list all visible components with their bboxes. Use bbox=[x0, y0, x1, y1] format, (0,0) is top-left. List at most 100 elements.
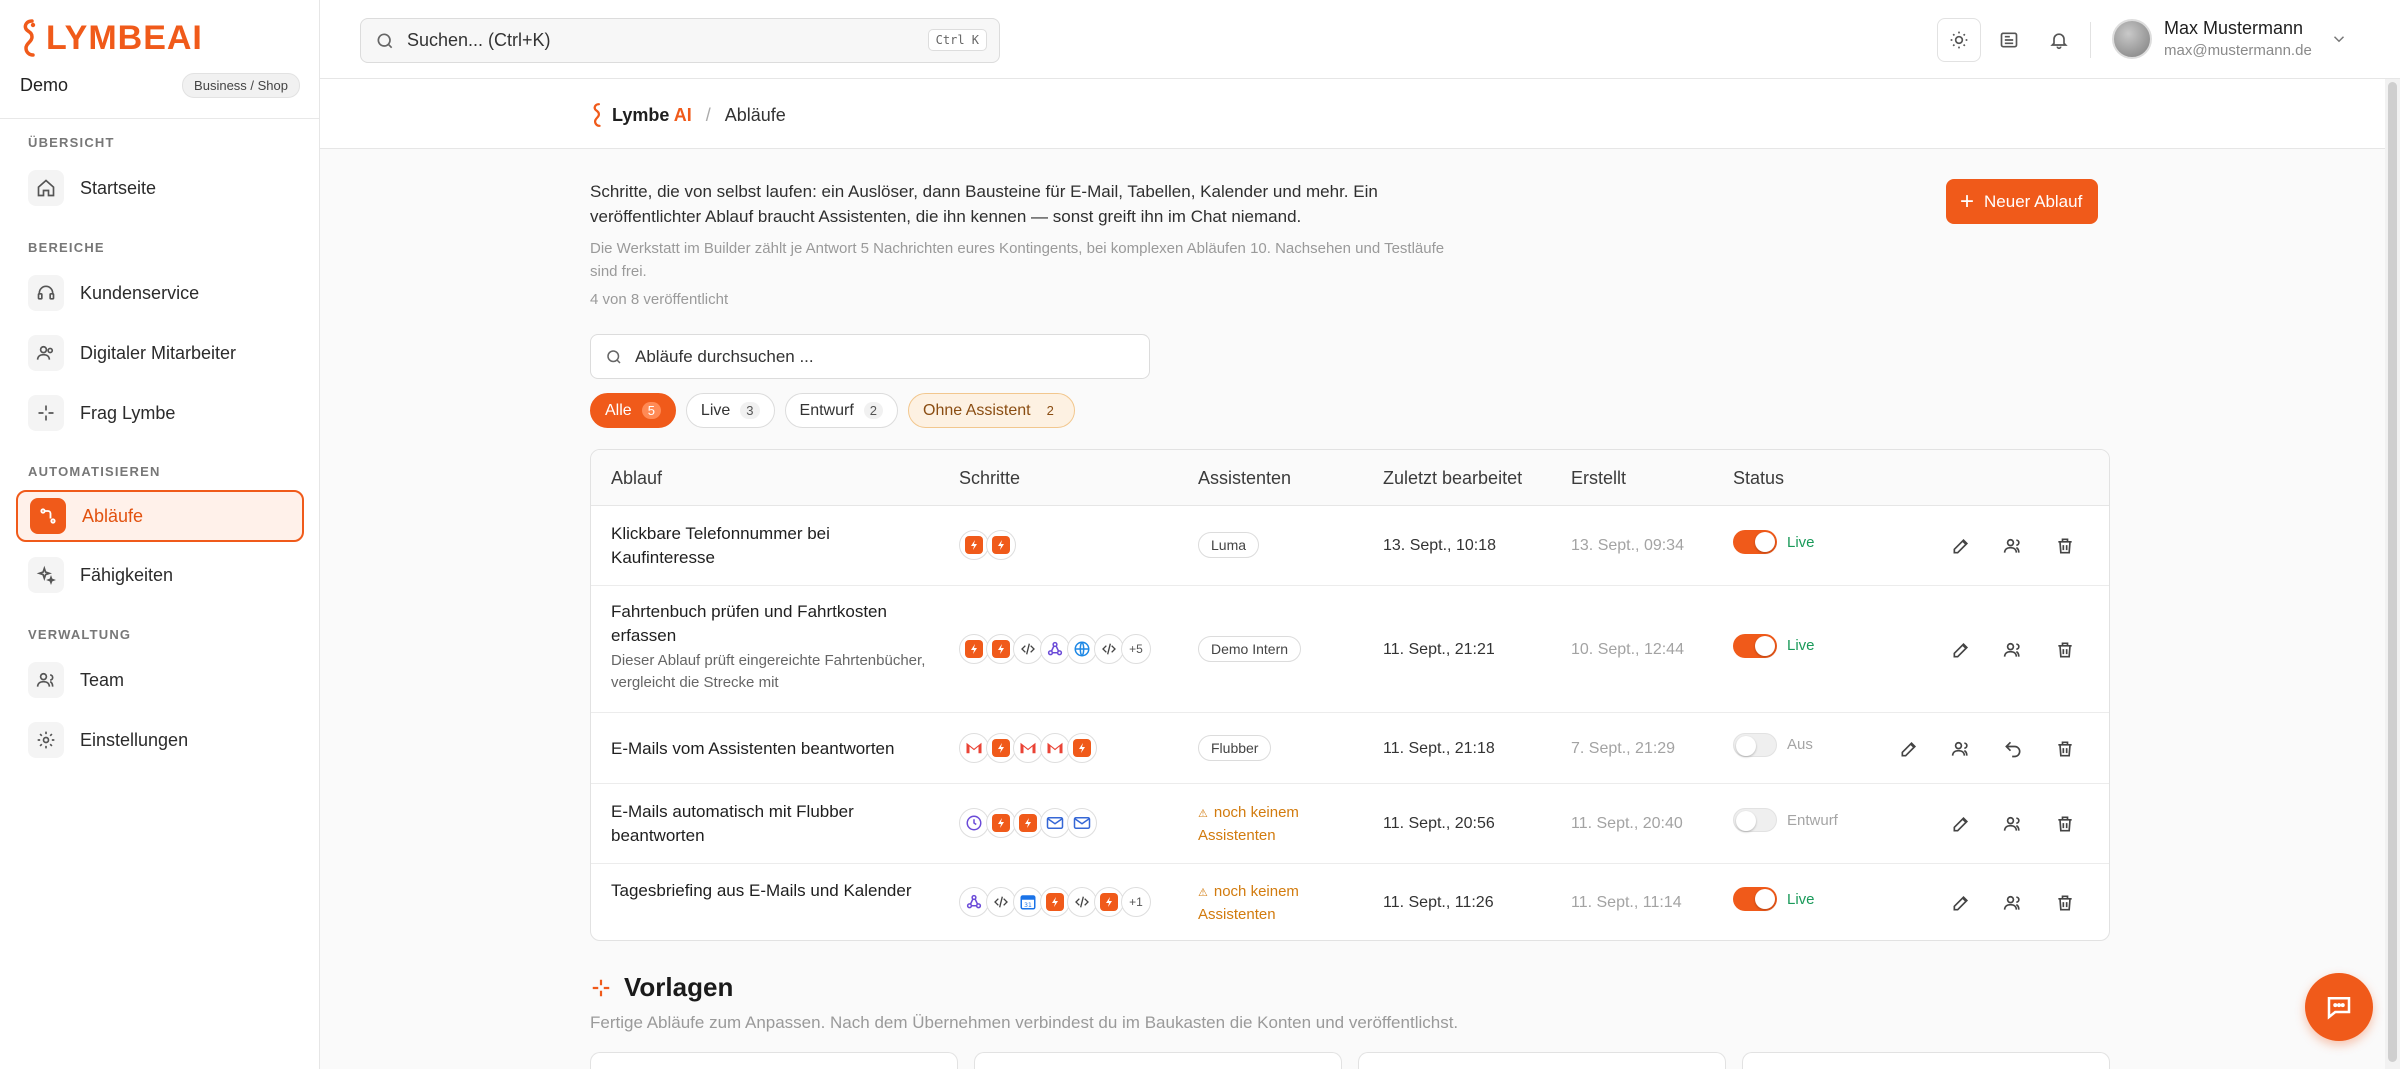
template-card[interactable] bbox=[590, 1052, 958, 1069]
sidebar-item-label: Digitaler Mitarbeiter bbox=[80, 342, 237, 363]
assign-users-icon[interactable] bbox=[1995, 528, 2031, 564]
user-menu[interactable]: Max Mustermann max@mustermann.de bbox=[2112, 18, 2348, 59]
workflow-title[interactable]: E-Mails vom Assistenten beantworten bbox=[611, 737, 931, 761]
brand-logo[interactable]: LYMBEAI bbox=[18, 18, 203, 58]
warning-icon: ⚠ bbox=[1198, 887, 1208, 899]
user-email: max@mustermann.de bbox=[2164, 42, 2312, 59]
publish-toggle[interactable] bbox=[1733, 633, 1777, 658]
assign-users-icon[interactable] bbox=[1995, 885, 2031, 921]
assign-users-icon[interactable] bbox=[1943, 731, 1979, 767]
assistant-badge[interactable]: Flubber bbox=[1198, 734, 1272, 761]
code-icon bbox=[1094, 633, 1124, 664]
created-date: 11. Sept., 20:40 bbox=[1571, 815, 1683, 832]
assistant-badge[interactable]: Demo Intern bbox=[1198, 635, 1302, 662]
template-card[interactable] bbox=[1358, 1052, 1726, 1069]
toggle-knob bbox=[1736, 811, 1756, 831]
edit-icon[interactable] bbox=[1891, 731, 1927, 767]
publish-toggle[interactable] bbox=[1733, 732, 1777, 757]
column-header: Schritte bbox=[959, 468, 1021, 488]
workflow-search-placeholder: Abläufe durchsuchen ... bbox=[635, 346, 814, 366]
status-label: Live bbox=[1787, 637, 1815, 654]
usage-note: Die Werkstatt im Builder zählt je Antwor… bbox=[590, 240, 1445, 280]
gmail-icon bbox=[1040, 732, 1070, 763]
assistant-warning[interactable]: ⚠ noch keinem Assistenten bbox=[1198, 802, 1318, 846]
workflow-title[interactable]: Klickbare Telefonnummer bei Kaufinteress… bbox=[611, 522, 931, 570]
news-icon[interactable] bbox=[1987, 18, 2031, 62]
sidebar-item-ablaeufe[interactable]: Abläufe bbox=[16, 490, 304, 542]
publish-toggle[interactable] bbox=[1733, 530, 1777, 554]
filter-chip-ohne-assistent[interactable]: Ohne Assistent 2 bbox=[908, 393, 1075, 428]
assign-users-icon[interactable] bbox=[1995, 806, 2031, 842]
template-card[interactable] bbox=[974, 1052, 1342, 1069]
status-cell: Live bbox=[1733, 887, 1815, 911]
bell-icon[interactable] bbox=[2037, 18, 2081, 62]
workflow-search-input[interactable]: Abläufe durchsuchen ... bbox=[590, 334, 1150, 379]
workflow-title[interactable]: Fahrtenbuch prüfen und Fahrtkosten erfas… bbox=[611, 600, 931, 648]
status-cell: Entwurf bbox=[1733, 808, 1838, 832]
delete-icon[interactable] bbox=[2047, 632, 2083, 668]
created-date: 10. Sept., 12:44 bbox=[1571, 640, 1684, 658]
column-header: Assistenten bbox=[1198, 468, 1292, 488]
filter-label: Alle bbox=[605, 401, 632, 419]
sidebar-item-einstellungen[interactable]: Einstellungen bbox=[16, 714, 304, 766]
seahorse-logo-icon bbox=[23, 19, 36, 57]
table-row[interactable]: E-Mails automatisch mit Flubber beantwor… bbox=[591, 784, 2109, 864]
assistant-warning[interactable]: ⚠ noch keinem Assistenten bbox=[1198, 881, 1318, 925]
row-actions bbox=[1927, 806, 2083, 842]
edit-icon[interactable] bbox=[1943, 632, 1979, 668]
filter-chip-alle[interactable]: Alle 5 bbox=[590, 393, 676, 428]
assistant-badge[interactable]: Luma bbox=[1198, 532, 1260, 558]
sidebar-item-faehigkeiten[interactable]: Fähigkeiten bbox=[16, 549, 304, 601]
assign-users-icon[interactable] bbox=[1995, 632, 2031, 668]
sun-icon[interactable] bbox=[1937, 18, 1981, 62]
delete-icon[interactable] bbox=[2047, 806, 2083, 842]
global-search-input[interactable]: Suchen... (Ctrl+K) Ctrl K bbox=[360, 18, 1000, 63]
workflow-title[interactable]: Tagesbriefing aus E-Mails und Kalender bbox=[611, 879, 931, 903]
table-row[interactable]: E-Mails vom Assistenten beantworten Flubb… bbox=[591, 713, 2109, 784]
workflow-title[interactable]: E-Mails automatisch mit Flubber beantwor… bbox=[611, 800, 931, 848]
sidebar-item-digitaler-mitarbeiter[interactable]: Digitaler Mitarbeiter bbox=[16, 327, 304, 379]
scrollbar-thumb[interactable] bbox=[2388, 82, 2397, 1062]
sidebar-item-label: Frag Lymbe bbox=[80, 402, 176, 423]
filter-chip-entwurf[interactable]: Entwurf 2 bbox=[784, 393, 898, 428]
edit-icon[interactable] bbox=[1943, 885, 1979, 921]
delete-icon[interactable] bbox=[2047, 731, 2083, 767]
search-icon bbox=[377, 33, 393, 48]
templates-subtitle: Fertige Abläufe zum Anpassen. Nach dem Ü… bbox=[590, 1013, 1459, 1032]
workflow-icon bbox=[30, 498, 66, 534]
sidebar-item-kundenservice[interactable]: Kundenservice bbox=[16, 267, 304, 319]
workspace-switcher[interactable]: Demo Business / Shop bbox=[20, 70, 300, 100]
row-actions bbox=[1927, 528, 2083, 564]
sidebar-item-team[interactable]: Team bbox=[16, 654, 304, 706]
publish-toggle[interactable] bbox=[1733, 808, 1777, 832]
assistant-warning-text: noch keinem Assistenten bbox=[1198, 804, 1299, 844]
table-row[interactable]: Fahrtenbuch prüfen und Fahrtkosten erfas… bbox=[591, 586, 2109, 713]
gear-icon bbox=[28, 722, 64, 758]
template-card[interactable] bbox=[1742, 1052, 2110, 1069]
column-header: Erstellt bbox=[1571, 468, 1627, 488]
last-edited: 13. Sept., 10:18 bbox=[1383, 537, 1496, 554]
chat-button[interactable] bbox=[2305, 973, 2373, 1041]
publish-toggle[interactable] bbox=[1733, 887, 1777, 911]
edit-icon[interactable] bbox=[1943, 806, 1979, 842]
webhook-icon bbox=[959, 887, 989, 917]
sidebar-item-frag-lymbe[interactable]: Frag Lymbe bbox=[16, 387, 304, 439]
workflow-steps: 31 +1 bbox=[959, 887, 1151, 917]
filter-chip-live[interactable]: Live 3 bbox=[685, 393, 775, 428]
sidebar-item-startseite[interactable]: Startseite bbox=[16, 162, 304, 214]
delete-icon[interactable] bbox=[2047, 528, 2083, 564]
table-row[interactable]: Tagesbriefing aus E-Mails und Kalender 31… bbox=[591, 864, 2109, 940]
section-label-admin: VERWALTUNG bbox=[28, 627, 132, 642]
delete-icon[interactable] bbox=[2047, 885, 2083, 921]
edit-icon[interactable] bbox=[1943, 528, 1979, 564]
sidebar-item-label: Fähigkeiten bbox=[80, 564, 174, 585]
filter-label: Live bbox=[700, 401, 731, 419]
new-workflow-button[interactable]: + Neuer Ablauf bbox=[1946, 179, 2099, 224]
filter-count: 5 bbox=[641, 402, 661, 419]
undo-icon[interactable] bbox=[1995, 731, 2031, 767]
table-row[interactable]: Klickbare Telefonnummer bei Kaufinteress… bbox=[591, 506, 2109, 586]
breadcrumb-home[interactable]: Lymbe AI bbox=[612, 105, 692, 126]
templates-title: Vorlagen bbox=[624, 972, 734, 1002]
page-intro: Schritte, die von selbst laufen: ein Aus… bbox=[590, 182, 1378, 226]
globe-icon bbox=[1067, 633, 1097, 664]
